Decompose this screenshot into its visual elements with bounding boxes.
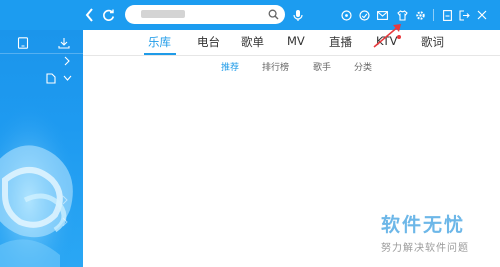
tab-separator [83,55,500,56]
sidebar-chevron-faint-2 [62,212,68,227]
subtab-tuijian[interactable]: 推荐 [221,60,239,73]
chevron-right-icon[interactable] [62,55,72,67]
tab-diantai[interactable]: 电台 [197,34,220,50]
mail-icon[interactable] [376,9,388,21]
refresh-icon[interactable] [101,8,115,22]
topbar-divider [433,9,434,21]
top-bar [0,0,500,30]
tab-zhibo[interactable]: 直播 [329,34,352,50]
skin-icon[interactable] [396,9,408,21]
voice-icon[interactable] [292,8,304,22]
watermark-subtitle: 努力解决软件问题 [381,243,469,254]
subtab-fenlei[interactable]: 分类 [354,60,372,73]
search-icon[interactable] [267,8,280,21]
message-icon[interactable] [358,9,370,21]
minimize-icon[interactable] [441,9,453,21]
sidebar-divider [0,53,83,54]
download-icon[interactable] [56,36,72,50]
tab-geci[interactable]: 歌词 [421,34,444,50]
sidebar-chevron-faint [62,190,68,205]
device-icon[interactable] [15,36,31,50]
settings-icon[interactable] [414,9,426,21]
ktv-notification-dot [397,35,401,39]
file-icon[interactable] [45,72,57,84]
subtab-paihangbang[interactable]: 排行榜 [262,60,289,73]
game-icon[interactable] [340,9,352,21]
watermark-title: 软件无忧 [381,214,466,236]
tab-gedan[interactable]: 歌单 [241,34,264,50]
subtab-geshou[interactable]: 歌手 [313,60,331,73]
tab-mv[interactable]: MV [287,34,305,48]
search-box[interactable] [125,5,285,24]
close-icon[interactable] [476,9,488,21]
tab-ktv[interactable]: KTV [376,34,398,48]
tab-yueku[interactable]: 乐库 [148,34,171,50]
back-icon[interactable] [84,7,96,23]
search-input[interactable] [133,7,263,22]
sidebar [0,30,83,267]
chevron-down-icon[interactable] [61,73,73,83]
exit-icon[interactable] [458,9,470,21]
